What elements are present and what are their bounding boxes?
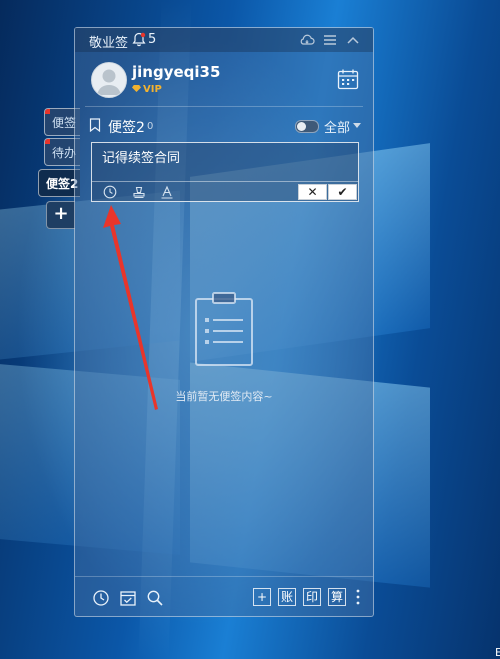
add-note-button[interactable]: + — [253, 588, 271, 606]
empty-state-text: 当前暂无便签内容~ — [175, 390, 273, 403]
chevron-down-icon[interactable] — [353, 123, 361, 128]
text-color-icon[interactable] — [160, 185, 174, 199]
collapse-icon[interactable] — [345, 32, 361, 48]
side-tab-label: 便签 — [52, 116, 77, 130]
toggle-switch[interactable] — [295, 120, 319, 133]
calculator-button[interactable]: 算 — [328, 588, 346, 606]
filter-dropdown[interactable]: 全部 — [324, 117, 350, 136]
title-bar: 敬业签 5 — [75, 28, 373, 52]
search-icon[interactable] — [146, 589, 164, 607]
clipboard-icon — [195, 292, 253, 366]
editor-divider — [92, 181, 358, 182]
corner-text: E — [495, 646, 500, 659]
note-editor: ✕ ✔ — [91, 142, 359, 202]
unread-mark — [45, 139, 50, 144]
vip-label: VIP — [143, 84, 162, 95]
app-title: 敬业签 — [89, 36, 129, 51]
sticky-note-panel: 敬业签 5 jingyeqi35 VIP 便签2 0 全部 记得续签合同 ✕ ✔… — [74, 27, 374, 617]
clock-icon[interactable] — [103, 185, 117, 199]
unread-mark — [45, 109, 50, 114]
confirm-button[interactable]: ✔ — [328, 184, 357, 200]
category-count: 0 — [147, 121, 154, 132]
more-options-icon[interactable] — [356, 588, 360, 606]
notification-count: 5 — [148, 32, 157, 47]
menu-icon[interactable] — [322, 32, 338, 48]
side-tab-label: 待办 — [52, 146, 77, 160]
account-button[interactable]: 账 — [278, 588, 296, 606]
add-category-button[interactable]: + — [46, 201, 75, 229]
stamp-icon[interactable] — [132, 185, 146, 199]
bookmark-icon — [89, 118, 101, 132]
username: jingyeqi35 — [132, 63, 221, 81]
cancel-button[interactable]: ✕ — [298, 184, 327, 200]
diamond-icon — [132, 85, 141, 92]
done-list-icon[interactable] — [119, 589, 137, 607]
vip-badge: VIP — [132, 84, 162, 95]
user-avatar-icon[interactable] — [91, 62, 127, 98]
divider — [75, 576, 373, 577]
note-input[interactable] — [100, 148, 354, 165]
category-title: 便签2 — [108, 120, 145, 136]
divider — [85, 106, 363, 107]
print-button[interactable]: 印 — [303, 588, 321, 606]
bell-icon[interactable] — [132, 32, 146, 47]
calendar-icon[interactable] — [337, 68, 359, 90]
history-clock-icon[interactable] — [92, 589, 110, 607]
cloud-sync-icon[interactable] — [299, 32, 315, 48]
